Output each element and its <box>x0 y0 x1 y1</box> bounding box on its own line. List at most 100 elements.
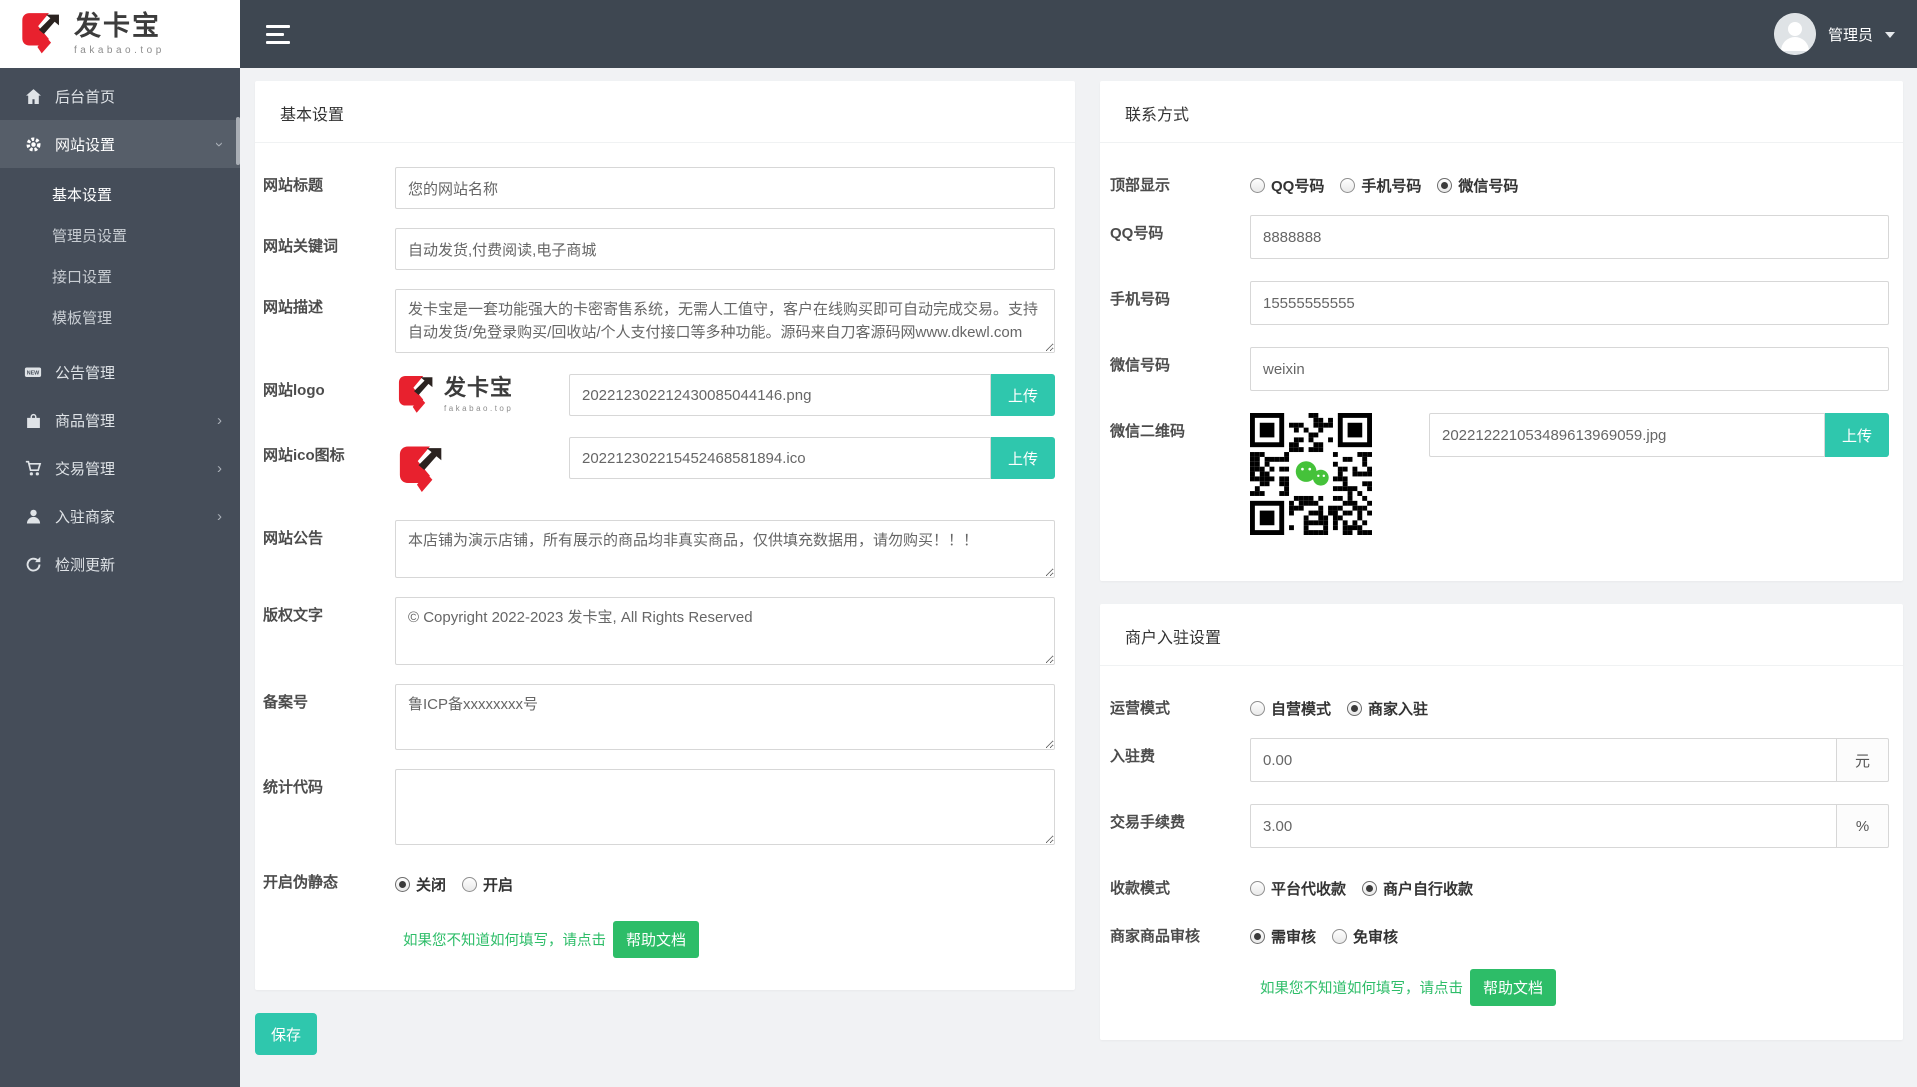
radio-dot <box>1250 178 1265 193</box>
help-hint-text: 如果您不知道如何填写，请点击 <box>1260 981 1463 997</box>
field-label-transaction-fee: 交易手续费 <box>1110 814 1186 831</box>
sidebar-item-goods[interactable]: 商品管理 › <box>0 396 240 444</box>
radio-dot <box>1250 881 1265 896</box>
qr-upload-button[interactable]: 上传 <box>1825 413 1889 457</box>
field-label-phone: 手机号码 <box>1110 291 1171 308</box>
site-notice-textarea[interactable]: 本店铺为演示店铺，所有展示的商品均非真实商品，仅供填充数据用，请勿购买！！！ <box>395 520 1055 578</box>
chevron-right-icon: › <box>217 411 222 429</box>
radio-top-display-phone[interactable]: 手机号码 <box>1340 175 1421 196</box>
sidebar-item-site-settings[interactable]: 网站设置 › <box>0 120 240 168</box>
radio-top-display-qq[interactable]: QQ号码 <box>1250 175 1324 196</box>
radio-dot <box>1362 881 1378 896</box>
help-doc-button[interactable]: 帮助文档 <box>1470 969 1557 1006</box>
wechat-id-input[interactable] <box>1250 347 1889 391</box>
field-label-keywords: 网站关键词 <box>263 238 339 255</box>
sidebar-scrollbar-thumb[interactable] <box>236 117 240 165</box>
analytics-code-textarea[interactable] <box>395 769 1055 845</box>
app-window: 发卡宝 fakabao.top 后台首页 网站设置 › 基本设置 管理员设置 接… <box>0 0 1917 1087</box>
field-label-qq: QQ号码 <box>1110 225 1164 242</box>
brand-name: 发卡宝 <box>74 10 161 41</box>
radio-dot <box>1332 929 1348 944</box>
main-area: 管理员 基本设置 网站标题 网站关键词 <box>240 0 1917 1087</box>
transaction-fee-unit: % <box>1837 804 1889 848</box>
field-label-product-audit: 商家商品审核 <box>1110 928 1201 945</box>
radio-dot <box>1250 929 1265 944</box>
submenu-item-admin-settings[interactable]: 管理员设置 <box>0 215 240 256</box>
radio-self-operated[interactable]: 自营模式 <box>1250 698 1331 719</box>
field-label-wechat-qr: 微信二维码 <box>1110 423 1186 440</box>
field-label-collection-mode: 收款模式 <box>1110 880 1171 897</box>
radio-merchant-collect[interactable]: 商户自行收款 <box>1362 878 1473 899</box>
chevron-down-icon: › <box>211 141 228 147</box>
icp-number-textarea[interactable]: 鲁ICP备xxxxxxxx号 <box>395 684 1055 750</box>
help-doc-button[interactable]: 帮助文档 <box>613 921 700 958</box>
refresh-icon <box>24 555 42 573</box>
field-label-ico: 网站ico图标 <box>263 447 345 464</box>
field-label-entry-fee: 入驻费 <box>1110 748 1156 765</box>
sidebar-item-announcement[interactable]: NEW 公告管理 <box>0 348 240 396</box>
site-ico-preview <box>395 437 569 501</box>
radio-audit-free[interactable]: 免审核 <box>1332 926 1398 947</box>
field-label-copyright: 版权文字 <box>263 607 324 624</box>
topbar: 管理员 <box>240 0 1917 68</box>
panel-title-contact: 联系方式 <box>1100 81 1903 143</box>
sidebar-menu: 后台首页 网站设置 › 基本设置 管理员设置 接口设置 模板管理 NEW 公告管… <box>0 68 240 1087</box>
caret-down-icon <box>1885 32 1895 38</box>
radio-pseudo-static-off[interactable]: 关闭 <box>395 874 446 895</box>
site-description-textarea[interactable]: 发卡宝是一套功能强大的卡密寄售系统，无需人工值守，客户在线购买即可自动完成交易。… <box>395 289 1055 353</box>
radio-audit-required[interactable]: 需审核 <box>1250 926 1316 947</box>
merchant-settings-panel: 商户入驻设置 运营模式 自营模式 商家入驻 入驻费 0.00 元 交易手续费 3… <box>1100 604 1903 1040</box>
home-icon <box>24 87 42 105</box>
field-label-pseudo-static: 开启伪静态 <box>263 874 339 891</box>
field-label-icp: 备案号 <box>263 694 309 711</box>
radio-pseudo-static-on[interactable]: 开启 <box>462 874 513 895</box>
hamburger-menu-icon[interactable] <box>266 24 290 44</box>
content: 基本设置 网站标题 网站关键词 网站描述 发卡宝是一套功能强大的卡密寄 <box>240 68 1917 1087</box>
sidebar-item-trade[interactable]: 交易管理 › <box>0 444 240 492</box>
submenu-item-basic-settings[interactable]: 基本设置 <box>0 174 240 215</box>
save-button[interactable]: 保存 <box>255 1013 317 1055</box>
radio-merchant-join[interactable]: 商家入驻 <box>1347 698 1428 719</box>
avatar <box>1773 13 1816 55</box>
phone-number-input[interactable] <box>1250 281 1889 325</box>
new-badge-icon: NEW <box>24 363 42 381</box>
field-label-top-display: 顶部显示 <box>1110 177 1171 194</box>
sidebar-item-check-update[interactable]: 检测更新 <box>0 540 240 588</box>
site-keywords-input[interactable] <box>395 228 1055 270</box>
brand-logo[interactable]: 发卡宝 fakabao.top <box>0 0 240 68</box>
submenu-item-api-settings[interactable]: 接口设置 <box>0 256 240 297</box>
site-settings-submenu: 基本设置 管理员设置 接口设置 模板管理 <box>0 168 240 348</box>
contact-panel: 联系方式 顶部显示 QQ号码 手机号码 微信号码 QQ号码 8888888 手机… <box>1100 81 1903 581</box>
field-label-wechat: 微信号码 <box>1110 357 1171 374</box>
sidebar-item-merchants[interactable]: 入驻商家 › <box>0 492 240 540</box>
entry-fee-input[interactable] <box>1250 738 1837 782</box>
entry-fee-unit: 元 <box>1837 738 1889 782</box>
favicon-image <box>399 446 442 492</box>
field-label-analytics: 统计代码 <box>263 779 324 796</box>
logo-upload-button[interactable]: 上传 <box>991 374 1055 416</box>
user-icon <box>24 507 42 525</box>
qr-filename-input[interactable] <box>1429 413 1825 457</box>
radio-platform-collect[interactable]: 平台代收款 <box>1250 878 1346 899</box>
field-label-logo: 网站logo <box>263 382 325 399</box>
user-menu[interactable]: 管理员 <box>1773 13 1895 55</box>
brand-logo-icon <box>398 375 433 413</box>
submenu-item-template-manage[interactable]: 模板管理 <box>0 297 240 338</box>
brand-domain: fakabao.top <box>74 44 165 56</box>
radio-dot <box>395 877 410 892</box>
svg-text:NEW: NEW <box>27 371 40 377</box>
transaction-fee-input[interactable] <box>1250 804 1837 848</box>
field-label-notice: 网站公告 <box>263 530 324 547</box>
field-label-description: 网站描述 <box>263 299 324 316</box>
ico-filename-input[interactable] <box>569 437 991 479</box>
radio-dot <box>1250 701 1265 716</box>
ico-upload-button[interactable]: 上传 <box>991 437 1055 479</box>
qq-number-input[interactable] <box>1250 215 1889 259</box>
logo-filename-input[interactable] <box>569 374 991 416</box>
panel-title-basic: 基本设置 <box>255 81 1075 143</box>
copyright-textarea[interactable]: © Copyright 2022-2023 发卡宝, All Rights Re… <box>395 597 1055 665</box>
site-title-input[interactable] <box>395 167 1055 209</box>
sidebar-item-home[interactable]: 后台首页 <box>0 72 240 120</box>
radio-top-display-wechat[interactable]: 微信号码 <box>1437 175 1518 196</box>
radio-dot <box>1340 178 1356 193</box>
